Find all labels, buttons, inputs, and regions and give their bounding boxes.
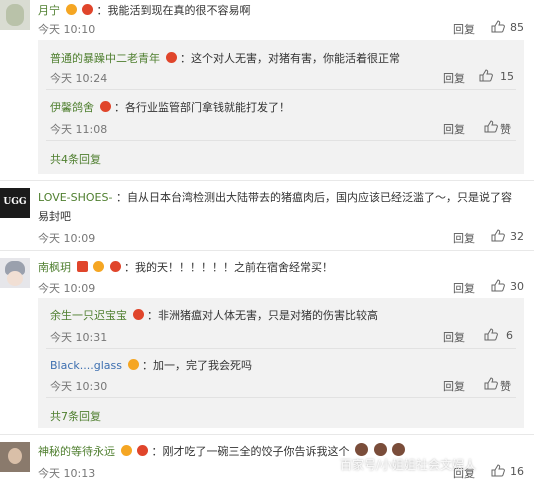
like-icon[interactable]	[484, 120, 498, 133]
reply-time: 今天 10:24	[50, 72, 108, 85]
like-icon[interactable]	[491, 20, 505, 33]
level-badge-icon	[132, 309, 144, 320]
sub-reply-header: 普通的暴躁中二老青年 ：这个对人无害，对猪有害，你能活着很正常	[50, 50, 400, 66]
more-replies-link[interactable]: 共4条回复	[50, 151, 101, 167]
emoji-icon	[355, 443, 368, 456]
reply-time: 今天 11:08	[50, 123, 108, 136]
reply-time: 今天 10:31	[50, 331, 108, 344]
reply-button[interactable]: 回复	[443, 70, 465, 86]
comment-time: 今天 10:10	[38, 23, 96, 36]
like-icon[interactable]	[484, 377, 498, 390]
level-badge-icon	[165, 52, 177, 63]
sub-reply-header: 余生一只迟宝宝 ：非洲猪瘟对人体无害，只是对猪的伤害比较高	[50, 307, 378, 323]
vip-v-icon	[76, 261, 88, 272]
vip-badge-icon	[65, 4, 77, 15]
divider	[46, 397, 516, 398]
like-count: 30	[510, 280, 524, 293]
more-replies-link[interactable]: 共7条回复	[50, 408, 101, 424]
avatar[interactable]	[0, 0, 30, 30]
sub-reply-header: Black....glass ：加一，完了我会死吗	[50, 357, 252, 373]
reply-button[interactable]: 回复	[443, 329, 465, 345]
avatar-logo: UGG	[3, 197, 27, 207]
comment-text: ：刚才吃了一碗三全的饺子你告诉我这个	[151, 445, 350, 458]
like-icon[interactable]	[491, 229, 505, 242]
comment-time: 今天 10:09	[38, 282, 96, 295]
reply-text: ：加一，完了我会死吗	[142, 359, 252, 372]
level-badge-icon	[82, 4, 93, 15]
username[interactable]: Black....glass	[50, 359, 122, 372]
reply-text: ：这个对人无害，对猪有害，你能活着很正常	[180, 52, 400, 65]
like-count: 16	[510, 465, 524, 478]
reply-button[interactable]: 回复	[443, 378, 465, 394]
like-icon[interactable]	[479, 69, 493, 82]
comment-header: 南枫玥 ：我的天！！！！！！之前在宿舍经常买！	[38, 259, 333, 275]
like-icon[interactable]	[484, 328, 498, 341]
reply-button[interactable]: 回复	[453, 280, 475, 296]
like-count: 6	[506, 329, 513, 342]
comment-header: LOVE-SHOES- ：自从日本台湾检测出大陆带去的猪瘟肉后，国内应该已经泛滥…	[38, 189, 512, 205]
emoji-icon	[392, 443, 405, 456]
reply-button[interactable]: 回复	[443, 121, 465, 137]
username[interactable]: 月宁	[38, 4, 60, 17]
like-icon[interactable]	[491, 279, 505, 292]
divider	[46, 89, 516, 90]
sub-reply-header: 伊馨鸽舍 ：各行业监管部门拿钱就能打发了！	[50, 99, 290, 115]
comment-text: ：我能活到现在真的很不容易啊	[96, 4, 251, 17]
divider	[46, 348, 516, 349]
comment-time: 今天 10:13	[38, 467, 96, 480]
reply-text: ：非洲猪瘟对人体无害，只是对猪的伤害比较高	[147, 309, 378, 322]
avatar[interactable]: UGG	[0, 188, 30, 218]
username[interactable]: LOVE-SHOES-	[38, 191, 112, 204]
divider	[0, 180, 534, 181]
divider	[0, 250, 534, 251]
like-label[interactable]: 赞	[500, 378, 511, 394]
reply-button[interactable]: 回复	[453, 21, 475, 37]
username[interactable]: 伊馨鸽舍	[50, 101, 94, 114]
like-label[interactable]: 赞	[500, 121, 511, 137]
comment-header: 月宁 ：我能活到现在真的很不容易啊	[38, 2, 251, 18]
reply-time: 今天 10:30	[50, 380, 108, 393]
avatar[interactable]	[0, 442, 30, 472]
avatar[interactable]	[0, 258, 30, 288]
watermark: 百家号/小姐姐社会文娱人	[340, 458, 477, 472]
comment-time: 今天 10:09	[38, 232, 96, 245]
reply-button[interactable]: 回复	[453, 230, 475, 246]
like-count: 15	[500, 70, 514, 83]
crown-badge-icon	[127, 359, 139, 370]
comment-text: ：自从日本台湾检测出大陆带去的猪瘟肉后，国内应该已经泛滥了～，只是说了容	[115, 191, 512, 204]
comment-text: ：我的天！！！！！！之前在宿舍经常买！	[124, 261, 333, 274]
level-badge-icon	[109, 261, 121, 272]
like-count: 85	[510, 21, 524, 34]
username[interactable]: 余生一只迟宝宝	[50, 309, 127, 322]
divider	[46, 140, 516, 141]
comment-text-continued: 易封吧	[38, 210, 71, 223]
username[interactable]: 南枫玥	[38, 261, 71, 274]
vip-badge-icon	[93, 261, 104, 272]
username[interactable]: 普通的暴躁中二老青年	[50, 52, 160, 65]
divider	[0, 434, 534, 435]
like-count: 32	[510, 230, 524, 243]
username[interactable]: 神秘的等待永远	[38, 445, 115, 458]
like-icon[interactable]	[491, 464, 505, 477]
vip-badge-icon	[120, 445, 132, 456]
reply-text: ：各行业监管部门拿钱就能打发了！	[114, 101, 290, 114]
level-badge-icon	[99, 101, 111, 112]
emoji-icon	[373, 443, 387, 456]
level-badge-icon	[137, 445, 148, 456]
